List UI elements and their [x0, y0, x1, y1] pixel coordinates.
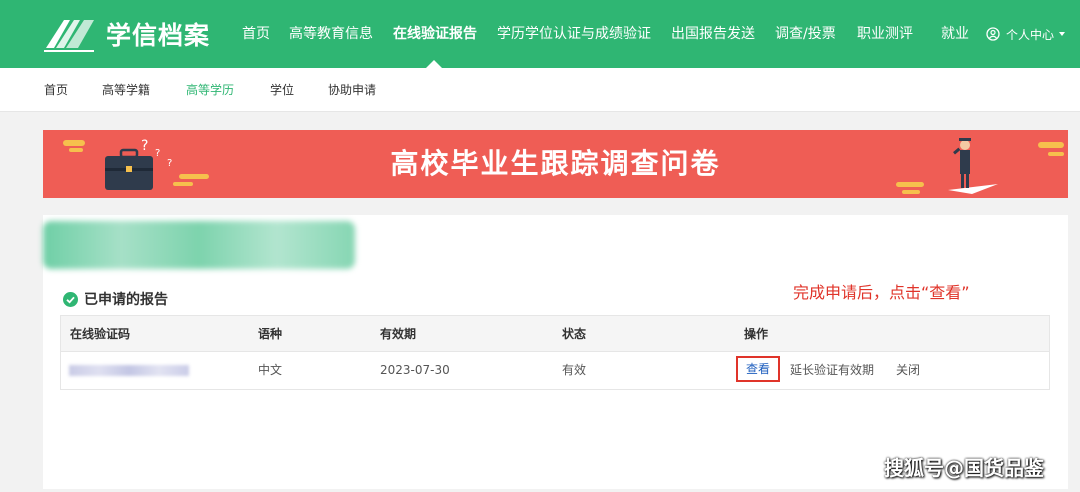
logo[interactable]: 学信档案	[44, 16, 210, 52]
table-header: 在线验证码 语种 有效期 状态 操作	[61, 316, 1049, 352]
chevron-down-icon	[1059, 32, 1066, 36]
logo-text: 学信档案	[106, 21, 211, 50]
blurred-user-info	[43, 221, 355, 269]
user-center-menu[interactable]: 个人中心	[986, 0, 1066, 68]
table-row: 中文 2023-07-30 有效 查看 延长验证有效期 关闭	[61, 352, 1049, 389]
nav-degree-certification[interactable]: 学历学位认证与成绩验证	[497, 0, 651, 68]
watermark: 搜狐号@国货品鉴	[884, 456, 1044, 480]
reports-card: 已申请的报告 完成申请后，点击“查看” 在线验证码 语种 有效期 状态 操作 中…	[43, 215, 1068, 489]
column-header-status: 状态	[562, 327, 587, 341]
nav-overseas-report[interactable]: 出国报告发送	[671, 0, 755, 68]
view-button[interactable]: 查看	[736, 356, 780, 382]
subnav-assist-application[interactable]: 协助申请	[328, 68, 376, 112]
subnav-student-status[interactable]: 高等学籍	[102, 68, 150, 112]
sub-navbar: 首页 高等学籍 高等学历 学位 协助申请	[0, 68, 1080, 112]
nav-higher-education-info[interactable]: 高等教育信息	[289, 0, 373, 68]
subnav-education[interactable]: 高等学历	[186, 68, 234, 112]
top-navbar: 学信档案 首页 高等教育信息 在线验证报告 学历学位认证与成绩验证 出国报告发送…	[0, 0, 1080, 68]
active-nav-indicator	[426, 60, 442, 68]
user-center-label: 个人中心	[1006, 27, 1055, 42]
column-header-language: 语种	[258, 327, 283, 341]
column-header-valid-until: 有效期	[380, 327, 417, 341]
section-title: 已申请的报告	[63, 289, 168, 309]
logo-book-icon	[44, 20, 94, 52]
nav-online-verification-report[interactable]: 在线验证报告	[393, 0, 477, 68]
nav-career-test[interactable]: 职业测评	[857, 0, 913, 68]
annotation-text: 完成申请后，点击“查看”	[793, 283, 970, 302]
graduate-illustration	[896, 138, 1064, 194]
extend-validity-link[interactable]: 延长验证有效期	[790, 352, 874, 388]
user-icon	[986, 27, 1000, 41]
column-header-actions: 操作	[744, 327, 769, 341]
row-valid-until: 2023-07-30	[380, 363, 450, 377]
check-circle-icon	[63, 291, 78, 307]
column-header-code: 在线验证码	[70, 327, 131, 341]
reports-table: 在线验证码 语种 有效期 状态 操作 中文 2023-07-30 有效 查看 延…	[60, 315, 1050, 390]
subnav-home[interactable]: 首页	[44, 68, 68, 112]
nav-survey-vote[interactable]: 调查/投票	[775, 0, 836, 68]
row-language: 中文	[258, 363, 283, 377]
nav-home[interactable]: 首页	[242, 0, 270, 68]
subnav-degree[interactable]: 学位	[270, 68, 294, 112]
nav-employment[interactable]: 就业	[941, 0, 969, 68]
blurred-verification-code	[69, 365, 189, 376]
close-link[interactable]: 关闭	[896, 352, 920, 388]
survey-banner[interactable]: ? ? ? 高校毕业生跟踪调查问卷	[43, 130, 1068, 198]
section-title-text: 已申请的报告	[84, 292, 168, 308]
row-status: 有效	[562, 363, 587, 377]
